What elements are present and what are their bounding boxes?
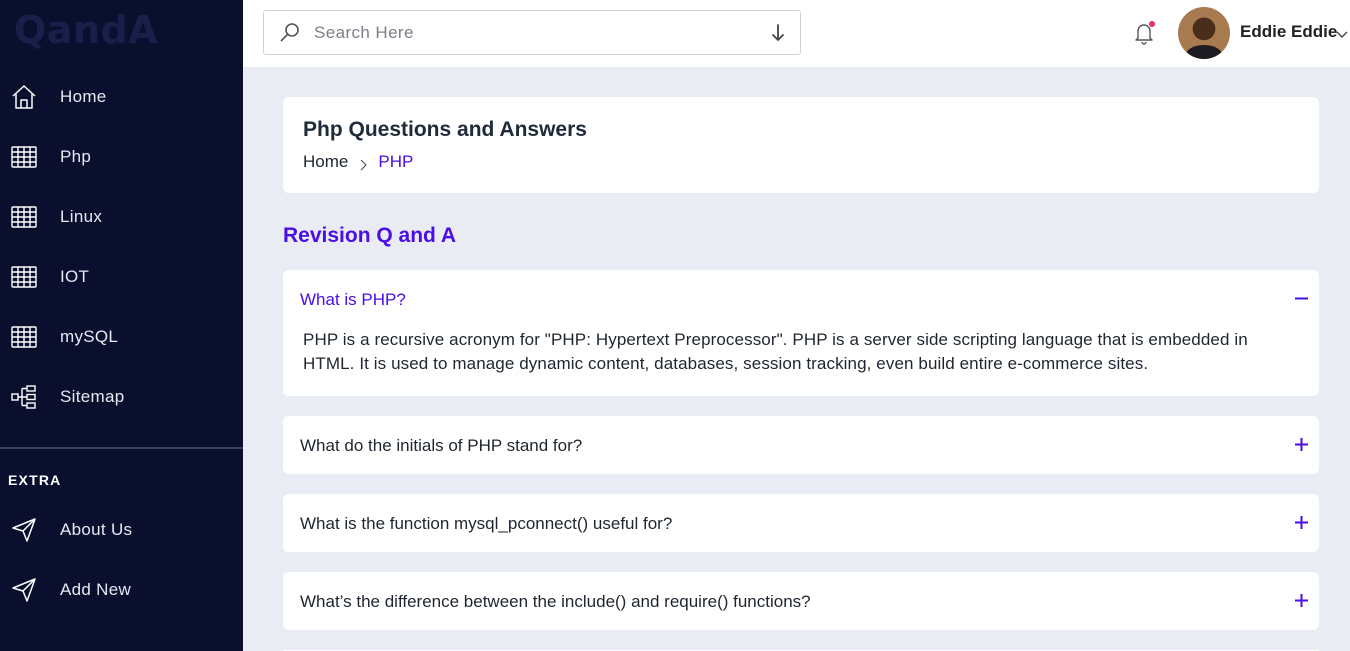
home-icon [10, 83, 38, 111]
sidebar-item-label: mySQL [60, 327, 119, 346]
faq-question[interactable]: What do the initials of PHP stand for? [300, 436, 582, 456]
sidebar-item-label: About Us [60, 520, 133, 539]
sidebar-item-label: Home [60, 87, 107, 106]
table-icon [10, 263, 38, 291]
faq-item: What is the function mysql_pconnect() us… [283, 494, 1319, 552]
sidebar: QandA Home Php Linux IOT mySQL Sitemap E… [0, 0, 243, 651]
table-icon [10, 143, 38, 171]
sidebar-item-label: Add New [60, 580, 132, 599]
sidebar-item-label: IOT [60, 267, 90, 286]
plus-icon[interactable] [1295, 594, 1308, 607]
avatar[interactable] [1178, 7, 1230, 59]
sidebar-item-iot[interactable]: IOT [0, 255, 243, 299]
paper-plane-icon [10, 516, 38, 544]
page-title: Php Questions and Answers [303, 118, 587, 141]
chevron-down-icon[interactable] [1336, 26, 1348, 38]
faq-answer: PHP is a recursive acronym for "PHP: Hyp… [303, 330, 1248, 373]
table-icon [10, 323, 38, 351]
sidebar-item-label: Linux [60, 207, 103, 226]
top-header: Eddie Eddie [243, 0, 1350, 67]
breadcrumb: Home PHP [303, 152, 413, 172]
sidebar-item-about-us[interactable]: About Us [0, 508, 243, 552]
faq-question[interactable]: What is PHP? [300, 290, 406, 310]
user-name[interactable]: Eddie Eddie [1240, 22, 1337, 42]
search-input[interactable] [314, 19, 754, 47]
faq-question[interactable]: What is the function mysql_pconnect() us… [300, 514, 672, 534]
chevron-right-icon [358, 156, 368, 171]
sidebar-item-home[interactable]: Home [0, 75, 243, 119]
page-header-card: Php Questions and Answers Home PHP [283, 97, 1319, 193]
table-icon [10, 203, 38, 231]
faq-item: What’s the difference between the includ… [283, 572, 1319, 630]
sidebar-item-linux[interactable]: Linux [0, 195, 243, 239]
plus-icon[interactable] [1295, 516, 1308, 529]
breadcrumb-current: PHP [378, 152, 414, 171]
plus-icon[interactable] [1295, 438, 1308, 451]
faq-item: What do the initials of PHP stand for? [283, 416, 1319, 474]
sidebar-item-label: Php [60, 147, 92, 166]
sidebar-item-mysql[interactable]: mySQL [0, 315, 243, 359]
section-heading: Revision Q and A [283, 224, 457, 247]
sidebar-item-add-new[interactable]: Add New [0, 568, 243, 612]
faq-question[interactable]: What’s the difference between the includ… [300, 592, 811, 612]
sidebar-section-title: EXTRA [8, 472, 62, 488]
minus-icon[interactable] [1295, 292, 1308, 305]
breadcrumb-home-link[interactable]: Home [303, 152, 348, 172]
search-icon[interactable] [278, 21, 302, 45]
paper-plane-icon [10, 576, 38, 604]
sitemap-icon [10, 383, 38, 411]
arrow-down-icon[interactable] [770, 23, 786, 43]
notification-badge [1149, 21, 1155, 27]
faq-item: What is PHP? PHP is a recursive acronym … [283, 270, 1319, 396]
app-logo[interactable]: QandA [14, 8, 158, 52]
search-bar [263, 10, 801, 55]
sidebar-item-sitemap[interactable]: Sitemap [0, 375, 243, 419]
sidebar-item-label: Sitemap [60, 387, 125, 406]
sidebar-item-php[interactable]: Php [0, 135, 243, 179]
sidebar-divider [0, 447, 243, 449]
